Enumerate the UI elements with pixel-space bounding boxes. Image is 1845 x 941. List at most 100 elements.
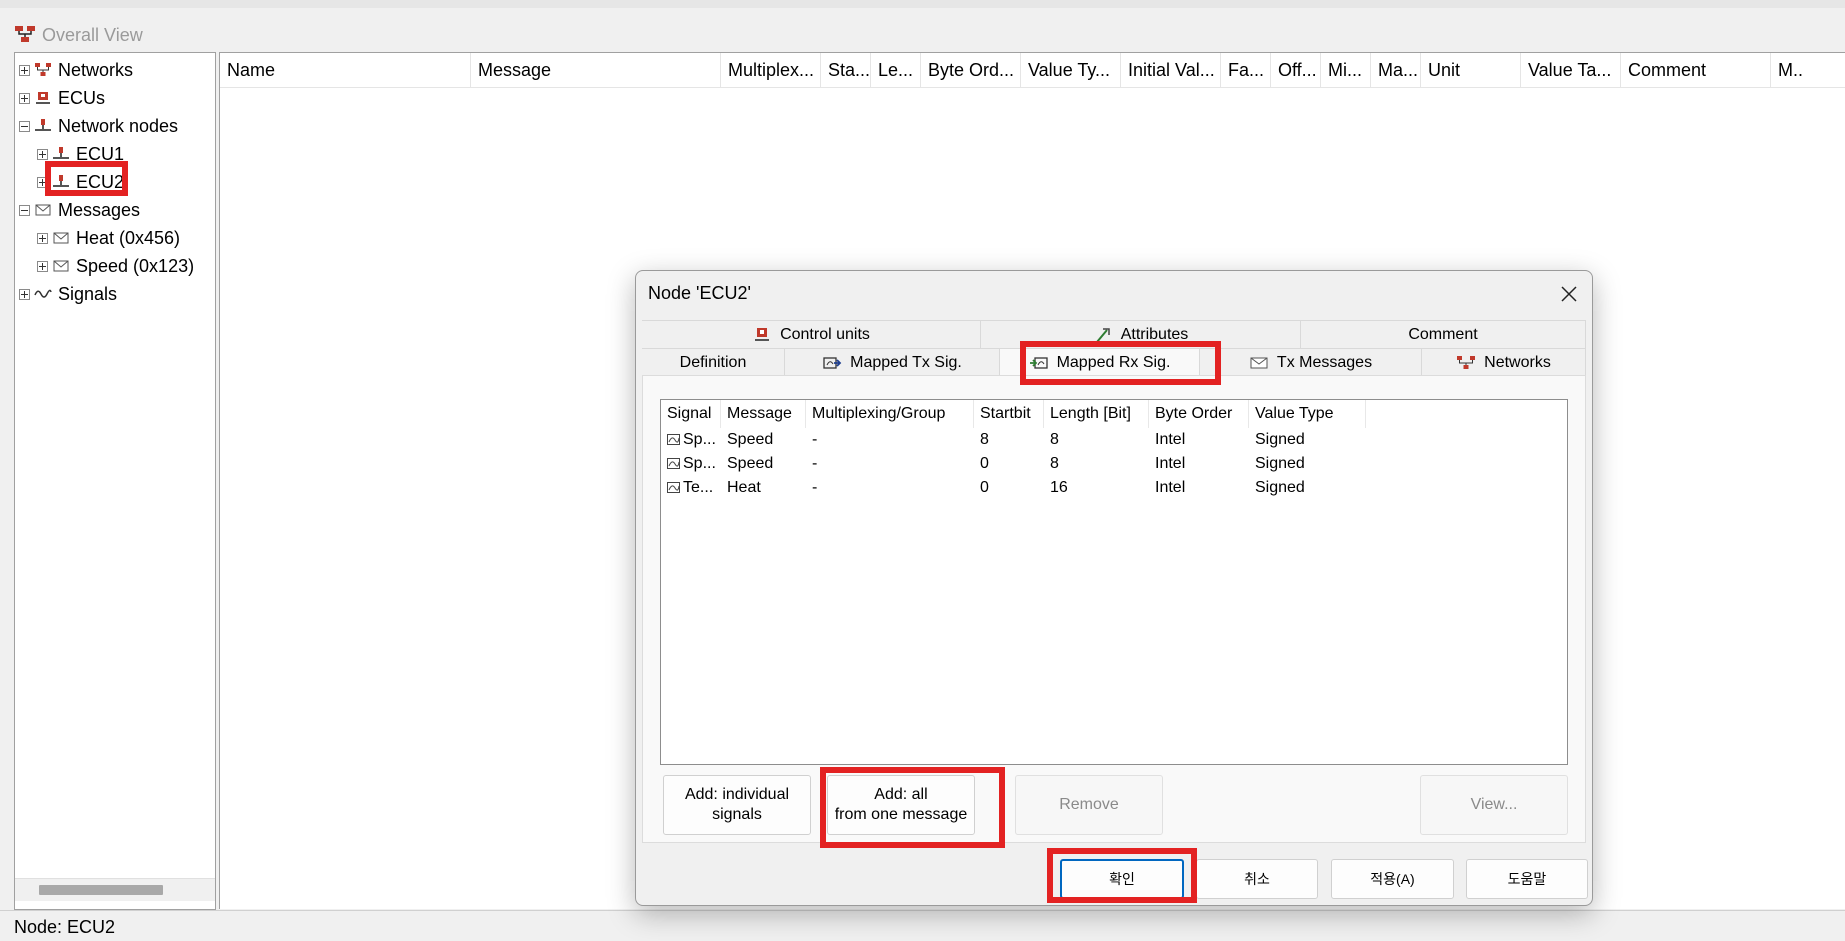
signal-wave-icon [34,289,52,298]
value-type-cell: Signed [1255,479,1305,496]
column-header[interactable]: Message [471,53,721,87]
tab-label: Networks [1484,353,1551,371]
tree-item-label: ECU2 [76,171,125,192]
tab-definition[interactable]: Definition [642,348,785,376]
expand-icon[interactable] [37,148,48,160]
ok-button[interactable]: 확인 [1060,859,1184,899]
expand-icon[interactable] [19,92,30,104]
tab-label: Tx Messages [1276,353,1373,371]
column-header[interactable]: Value Ty... [1021,53,1121,87]
apply-button[interactable]: 적용(A) [1331,859,1454,899]
close-icon [1561,286,1577,302]
tree-item-signals[interactable]: Signals [19,281,117,307]
tree-item-ecu1[interactable]: ECU1 [37,141,124,167]
tree-item-ecu2[interactable]: ECU2 [37,169,124,195]
list-column-header[interactable]: Value Type [1249,400,1366,428]
collapse-icon[interactable] [19,120,30,132]
tab-label: Comment [1408,325,1478,343]
add-individual-signals-button[interactable]: Add: individual signals [663,775,811,835]
list-column-header[interactable]: Byte Order [1149,400,1249,428]
expand-icon[interactable] [37,232,48,244]
column-header[interactable]: Value Ta... [1521,53,1621,87]
list-column-header[interactable]: Startbit [974,400,1044,428]
list-column-header[interactable]: Message [721,400,806,428]
byte-order-cell: Intel [1155,479,1186,496]
help-button[interactable]: 도움말 [1466,859,1588,899]
column-header[interactable]: Off... [1271,53,1321,87]
tree-view[interactable]: Networks ECUs Network nodes ECU1 ECU2 Me… [14,52,216,910]
tree-item-networks[interactable]: Networks [19,57,133,83]
column-header[interactable]: Initial Val... [1121,53,1221,87]
signal-cell: Sp... [661,452,721,476]
networks-icon [35,63,51,76]
dialog-title: Node 'ECU2' [648,283,751,303]
tree-item-label: ECU1 [76,143,125,164]
tab-attributes[interactable]: Attributes [981,320,1301,348]
expand-icon[interactable] [19,288,30,300]
message-icon [35,204,51,216]
column-header[interactable]: Le... [871,53,921,87]
column-header[interactable]: Mi... [1321,53,1371,87]
column-header[interactable]: Multiplex... [721,53,821,87]
message-icon [53,232,69,244]
expand-icon[interactable] [19,64,30,76]
cancel-button[interactable]: 취소 [1196,859,1318,899]
column-header[interactable]: Name [220,53,471,87]
tab-control-units[interactable]: Control units [642,320,981,348]
overall-view-header: Overall View [0,8,1845,50]
network-node-icon [53,175,69,187]
column-header[interactable]: Ma... [1371,53,1421,87]
column-header-row: Name Message Multiplex... Sta... Le... B… [220,53,1845,88]
multiplexing-cell: - [812,479,818,496]
node-dialog: Node 'ECU2' Control units Attributes Com… [635,270,1593,906]
column-header[interactable]: Sta... [821,53,871,87]
tree-item-messages[interactable]: Messages [19,197,140,223]
network-node-icon [53,147,69,159]
tab-tx-messages[interactable]: Tx Messages [1200,348,1422,376]
expand-icon[interactable] [37,176,48,188]
column-header[interactable]: Unit [1421,53,1521,87]
list-column-header[interactable]: Multiplexing/Group [806,400,974,428]
tree-item-label: Networks [58,59,134,80]
view-button[interactable]: View... [1420,775,1568,835]
startbit-cell: 0 [980,479,989,496]
expand-icon[interactable] [37,260,48,272]
tree-item-network-nodes[interactable]: Network nodes [19,113,178,139]
close-button[interactable] [1554,279,1584,309]
tree-item-speed[interactable]: Speed (0x123) [37,253,194,279]
signal-cell: Te... [661,476,721,500]
tree-scrollbar-thumb[interactable] [39,885,163,895]
networks-icon [1457,355,1476,369]
remove-button[interactable]: Remove [1015,775,1163,835]
list-column-header[interactable]: Signal [661,400,721,428]
multiplexing-cell: - [812,431,818,448]
button-label-line1: Add: all [874,786,928,803]
tree-item-label: Heat (0x456) [76,227,181,248]
tab-mapped-rx-sig[interactable]: Mapped Rx Sig. [1000,348,1200,376]
tree-item-ecus[interactable]: ECUs [19,85,105,111]
mapped-rx-signal-list[interactable]: Signal Message Multiplexing/Group Startb… [660,399,1568,765]
column-header[interactable]: Fa... [1221,53,1271,87]
list-column-header[interactable]: Length [Bit] [1044,400,1149,428]
tab-networks[interactable]: Networks [1422,348,1586,376]
list-item[interactable]: Sp... Speed - 8 8 Intel Signed [661,428,1567,452]
message-cell: Heat [727,479,761,496]
list-item[interactable]: Sp... Speed - 0 8 Intel Signed [661,452,1567,476]
network-node-icon [35,119,51,131]
tab-mapped-tx-sig[interactable]: Mapped Tx Sig. [785,348,1000,376]
value-type-cell: Signed [1255,431,1305,448]
add-all-from-message-button[interactable]: Add: all from one message [827,775,975,835]
tree-item-label: Signals [58,283,118,304]
collapse-icon[interactable] [19,204,30,216]
multiplexing-cell: - [812,455,818,472]
list-item[interactable]: Te... Heat - 0 16 Intel Signed [661,476,1567,500]
column-header[interactable]: M.. [1771,53,1845,87]
tree-item-heat[interactable]: Heat (0x456) [37,225,180,251]
tab-comment[interactable]: Comment [1301,320,1586,348]
column-header[interactable]: Comment [1621,53,1771,87]
column-header[interactable]: Byte Ord... [921,53,1021,87]
window-title: Overall View [42,25,143,45]
tree-item-label: Network nodes [58,115,179,136]
length-cell: 8 [1050,455,1059,472]
tree-item-label: Speed (0x123) [76,255,195,276]
